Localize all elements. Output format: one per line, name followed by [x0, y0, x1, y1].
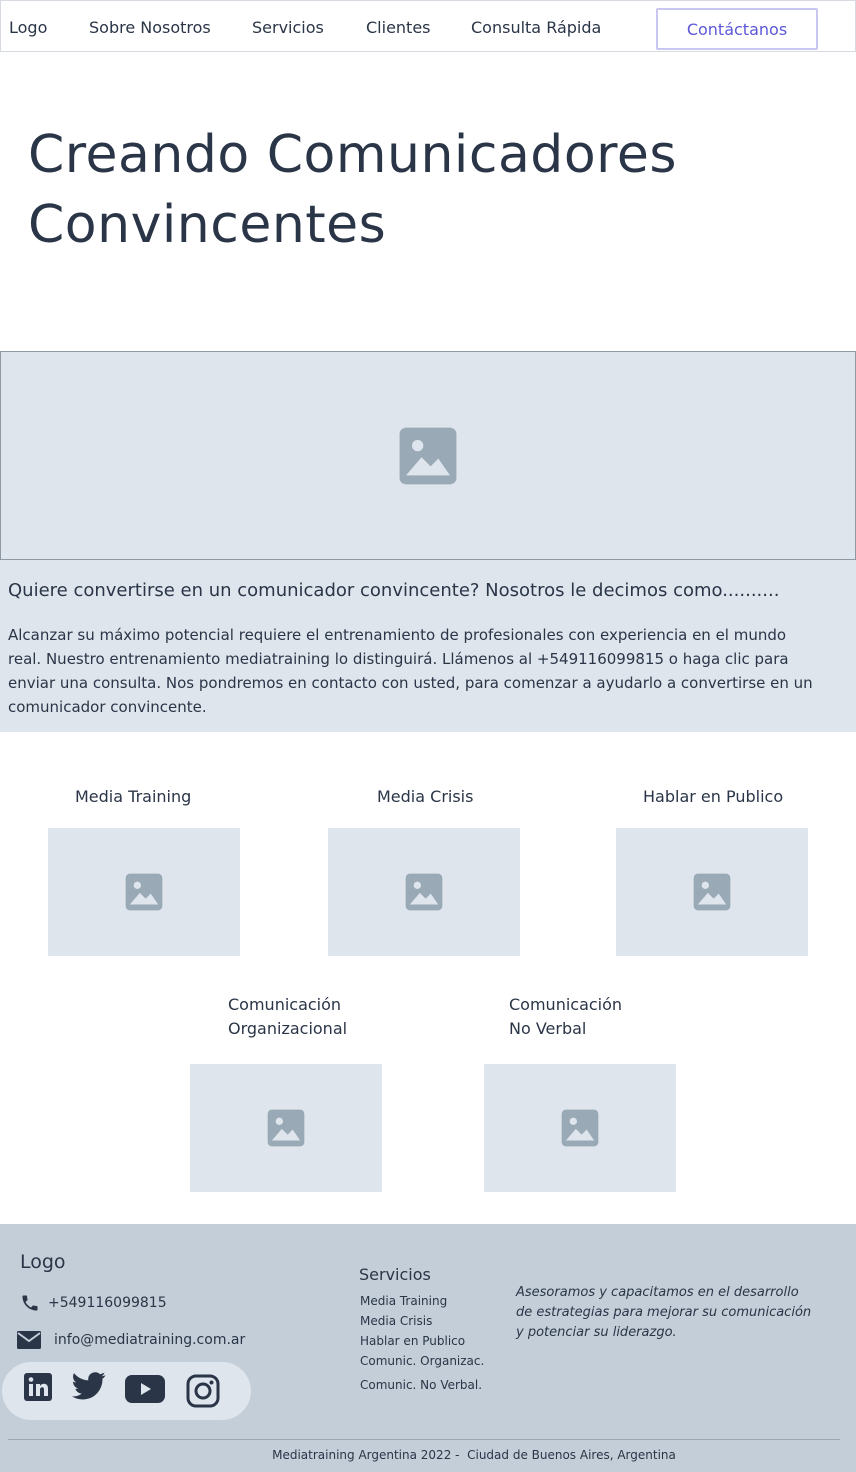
- mail-icon: [17, 1331, 41, 1349]
- footer-link-comunic-no-verbal[interactable]: Comunic. No Verbal.: [360, 1378, 482, 1392]
- nav-item-clientes[interactable]: Clientes: [366, 18, 431, 37]
- nav-item-sobre-nosotros[interactable]: Sobre Nosotros: [89, 18, 211, 37]
- footer-link-media-crisis[interactable]: Media Crisis: [360, 1314, 432, 1328]
- intro-section: Quiere convertirse en un comunicador con…: [0, 560, 856, 732]
- footer-phone-number: +549116099815: [48, 1295, 167, 1311]
- hero-image: [0, 351, 856, 560]
- image-placeholder-icon: [125, 873, 163, 911]
- footer-email[interactable]: info@mediatraining.com.ar: [16, 1328, 245, 1352]
- service-image-comunicacion-no-verbal[interactable]: [484, 1064, 676, 1192]
- nav-logo[interactable]: Logo: [9, 18, 47, 37]
- service-image-media-crisis[interactable]: [328, 828, 520, 956]
- footer-logo[interactable]: Logo: [20, 1251, 66, 1273]
- service-image-comunicacion-organizacional[interactable]: [190, 1064, 382, 1192]
- service-title-line: Comunicación: [509, 995, 623, 1014]
- footer-services-title: Servicios: [359, 1265, 431, 1284]
- service-title-line: No Verbal: [509, 1019, 587, 1038]
- instagram-icon[interactable]: [186, 1374, 220, 1408]
- footer-link-media-training[interactable]: Media Training: [360, 1294, 447, 1308]
- nav-item-consulta-rapida[interactable]: Consulta Rápida: [471, 18, 601, 37]
- intro-question: Quiere convertirse en un comunicador con…: [8, 580, 780, 601]
- service-title-hablar-en-publico: Hablar en Publico: [643, 787, 784, 806]
- service-title-media-training: Media Training: [75, 787, 192, 806]
- image-placeholder-icon: [267, 1109, 305, 1147]
- footer-phone[interactable]: +549116099815: [20, 1292, 167, 1314]
- nav-item-servicios[interactable]: Servicios: [252, 18, 324, 37]
- hero-title: Creando Comunicadores Convincentes: [28, 125, 677, 255]
- youtube-icon[interactable]: [124, 1374, 166, 1404]
- footer-copyright: Mediatraining Argentina 2022 - Ciudad de…: [272, 1448, 676, 1462]
- social-links: [2, 1362, 251, 1420]
- service-title-comunicacion-organizacional: Comunicación Organizacional: [228, 993, 347, 1041]
- footer-link-comunic-organizac[interactable]: Comunic. Organizac.: [360, 1354, 484, 1368]
- footer-divider: [8, 1439, 840, 1440]
- service-title-comunicacion-no-verbal: Comunicación No Verbal: [509, 993, 622, 1041]
- footer-description: Asesoramos y capacitamos en el desarroll…: [516, 1285, 812, 1340]
- image-placeholder-icon: [405, 873, 443, 911]
- service-title-line: Comunicación: [228, 995, 342, 1014]
- contact-button[interactable]: Contáctanos: [656, 8, 818, 50]
- phone-icon: [22, 1295, 38, 1311]
- footer: Logo +549116099815 info@mediatraining.co…: [0, 1224, 856, 1472]
- service-image-media-training[interactable]: [48, 828, 240, 956]
- footer-email-address: info@mediatraining.com.ar: [54, 1332, 246, 1348]
- footer-link-hablar-en-publico[interactable]: Hablar en Publico: [360, 1334, 465, 1348]
- image-placeholder-icon: [561, 1109, 599, 1147]
- linkedin-icon[interactable]: [23, 1372, 53, 1402]
- top-navigation: Logo Sobre Nosotros Servicios Clientes C…: [0, 0, 856, 52]
- service-image-hablar-en-publico[interactable]: [616, 828, 808, 956]
- service-title-line: Organizacional: [228, 1019, 348, 1038]
- image-placeholder-icon: [693, 873, 731, 911]
- twitter-icon[interactable]: [72, 1371, 106, 1401]
- image-placeholder-icon: [399, 427, 457, 484]
- service-title-media-crisis: Media Crisis: [377, 787, 474, 806]
- intro-paragraph: Alcanzar su máximo potencial requiere el…: [8, 626, 813, 716]
